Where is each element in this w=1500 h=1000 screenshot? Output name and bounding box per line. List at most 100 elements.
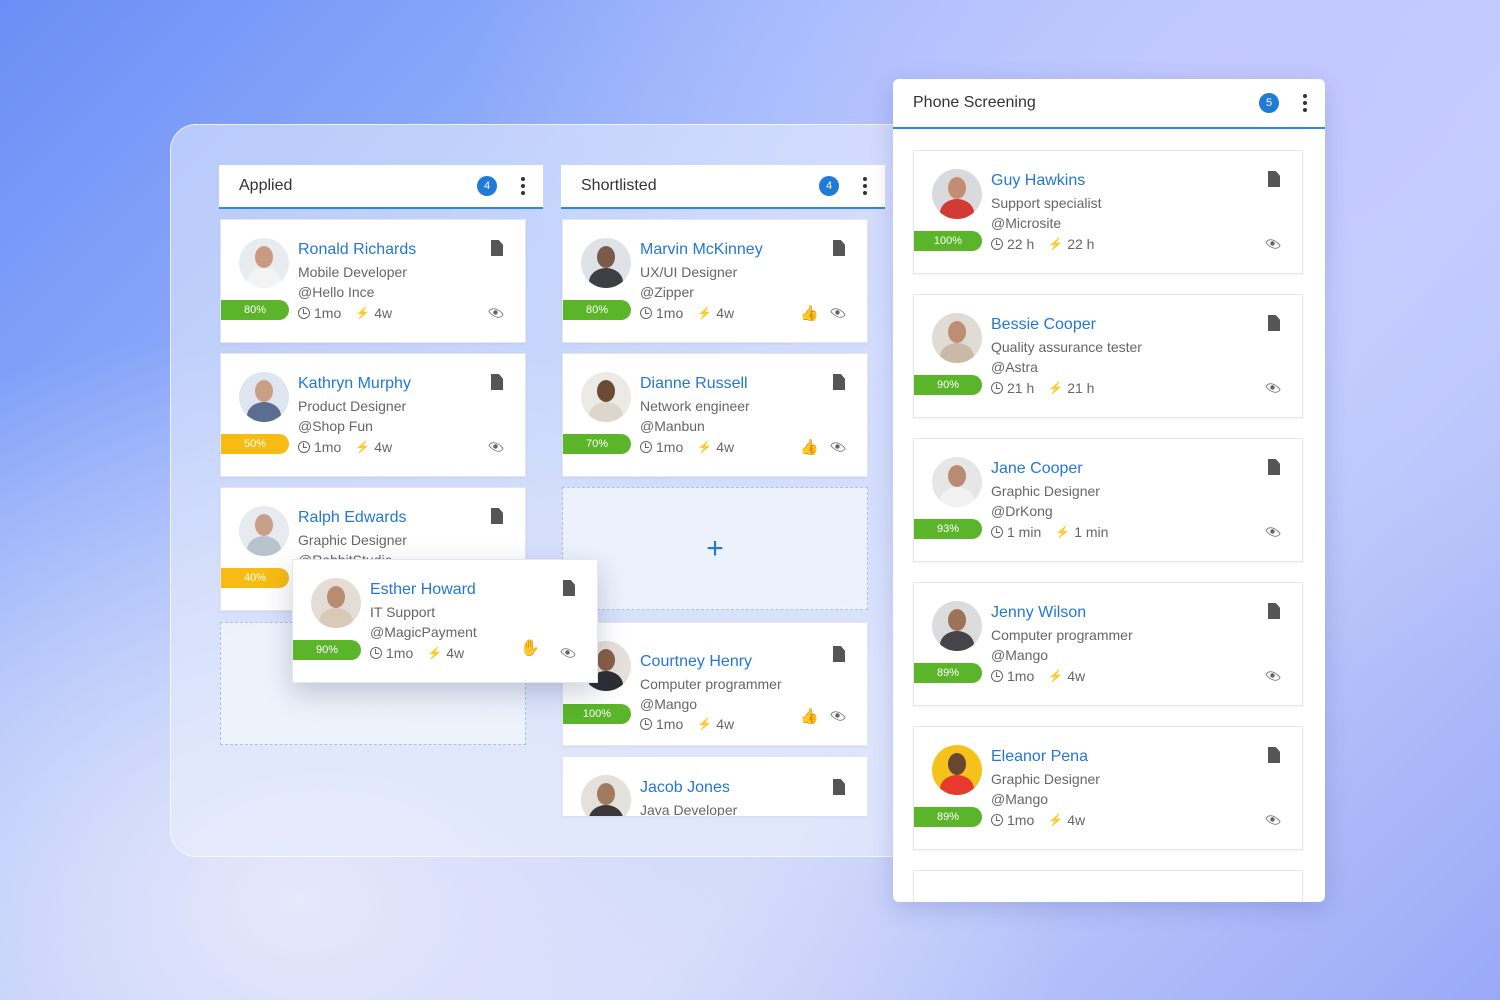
clock-icon — [991, 670, 1003, 682]
bolt-icon: ⚡ — [1055, 525, 1071, 539]
clock-icon — [991, 238, 1003, 250]
eye-icon[interactable] — [1265, 236, 1281, 252]
score-badge: 90% — [293, 640, 361, 660]
candidate-name[interactable]: Jacob Jones — [640, 779, 730, 797]
document-icon[interactable] — [1268, 747, 1280, 763]
document-icon[interactable] — [491, 374, 503, 390]
column-header-phone-screening: Phone Screening 5 — [893, 79, 1325, 129]
candidate-card[interactable]: Ronald Richards Mobile Developer @Hello … — [220, 219, 526, 343]
candidate-company: @Mango — [640, 696, 698, 712]
document-icon[interactable] — [1268, 315, 1280, 331]
document-icon[interactable] — [833, 779, 845, 795]
candidate-card[interactable]: Jane Cooper Graphic Designer @DrKong 1 m… — [913, 438, 1303, 562]
score-badge: 70% — [563, 434, 631, 454]
activity-label: 4w — [446, 645, 465, 661]
candidate-card[interactable]: Guy Hawkins Support specialist @Microsit… — [913, 150, 1303, 274]
clock-icon — [991, 814, 1003, 826]
candidate-company: @Manbun — [640, 418, 705, 434]
bolt-icon: ⚡ — [697, 306, 713, 320]
candidate-meta: 1mo ⚡ 4w — [640, 305, 734, 321]
activity-label: 4w — [716, 305, 735, 321]
candidate-company: @MagicPayment — [370, 624, 477, 640]
document-icon[interactable] — [563, 580, 575, 596]
candidate-company: @Zipper — [640, 284, 694, 300]
score-badge: 89% — [914, 663, 982, 683]
candidate-name[interactable]: Ralph Edwards — [298, 509, 407, 527]
clock-icon — [991, 382, 1003, 394]
grab-hand-icon: ✋ — [520, 640, 540, 657]
age-label: 1mo — [1007, 812, 1035, 828]
column-title: Phone Screening — [913, 94, 1036, 111]
column-menu-button[interactable] — [1297, 90, 1313, 116]
candidate-card[interactable]: Dianne Russell Network engineer @Manbun … — [562, 353, 868, 477]
eye-icon[interactable] — [830, 708, 846, 724]
eye-icon[interactable] — [488, 305, 504, 321]
candidate-name[interactable]: Kathryn Murphy — [298, 375, 411, 393]
dragging-candidate-card[interactable]: Esther Howard IT Support @MagicPayment 1… — [292, 559, 598, 683]
column-menu-button[interactable] — [515, 173, 531, 199]
age-label: 22 h — [1007, 236, 1035, 252]
candidate-name[interactable]: Esther Howard — [370, 581, 476, 599]
eye-icon[interactable] — [560, 645, 576, 661]
candidate-meta: 1mo ⚡ 4w — [640, 439, 734, 455]
candidate-meta: 1 min ⚡ 1 min — [991, 524, 1108, 540]
avatar — [581, 775, 631, 816]
candidate-card[interactable]: Kathryn Murphy Product Designer @Shop Fu… — [220, 353, 526, 477]
eye-icon[interactable] — [1265, 524, 1281, 540]
candidate-company: @Mango — [991, 647, 1049, 663]
candidate-name[interactable]: Jane Cooper — [991, 460, 1083, 478]
column-menu-button[interactable] — [857, 173, 873, 199]
avatar — [932, 745, 982, 795]
candidate-role: Support specialist — [991, 195, 1102, 211]
count-badge: 4 — [819, 176, 839, 196]
candidate-company: @Hello Ince — [298, 284, 375, 300]
document-icon[interactable] — [1268, 459, 1280, 475]
add-card-button[interactable]: + — [706, 532, 724, 566]
eye-icon[interactable] — [1265, 812, 1281, 828]
candidate-card[interactable]: Jacob Jones Java Developer — [562, 756, 868, 816]
count-badge: 5 — [1259, 93, 1279, 113]
avatar — [581, 372, 631, 422]
candidate-company: @DrKong — [991, 503, 1053, 519]
document-icon[interactable] — [833, 374, 845, 390]
document-icon[interactable] — [1268, 171, 1280, 187]
candidate-card-partial[interactable] — [913, 870, 1303, 902]
candidate-name[interactable]: Eleanor Pena — [991, 748, 1088, 766]
eye-icon[interactable] — [830, 439, 846, 455]
eye-icon[interactable] — [1265, 380, 1281, 396]
candidate-card[interactable]: Eleanor Pena Graphic Designer @Mango 1mo… — [913, 726, 1303, 850]
count-badge: 4 — [477, 176, 497, 196]
candidate-name[interactable]: Ronald Richards — [298, 241, 416, 259]
document-icon[interactable] — [1268, 603, 1280, 619]
age-label: 1mo — [656, 439, 684, 455]
candidate-card[interactable]: Marvin McKinney UX/UI Designer @Zipper 1… — [562, 219, 868, 343]
candidate-name[interactable]: Jenny Wilson — [991, 604, 1086, 622]
score-badge: 50% — [221, 434, 289, 454]
candidate-card[interactable]: Bessie Cooper Quality assurance tester @… — [913, 294, 1303, 418]
clock-icon — [370, 647, 382, 659]
document-icon[interactable] — [491, 508, 503, 524]
eye-icon[interactable] — [1265, 668, 1281, 684]
candidate-role: Graphic Designer — [298, 532, 407, 548]
candidate-card[interactable]: Courtney Henry Computer programmer @Mang… — [562, 622, 868, 746]
document-icon[interactable] — [491, 240, 503, 256]
candidate-name[interactable]: Bessie Cooper — [991, 316, 1096, 334]
candidate-name[interactable]: Guy Hawkins — [991, 172, 1085, 190]
activity-label: 22 h — [1067, 236, 1095, 252]
candidate-name[interactable]: Courtney Henry — [640, 653, 752, 671]
thumbs-icon[interactable]: 👍 — [800, 438, 819, 456]
column-header-applied: Applied 4 — [219, 165, 543, 209]
thumbs-icon[interactable]: 👍 — [800, 707, 819, 725]
candidate-meta: 22 h ⚡ 22 h — [991, 236, 1094, 252]
document-icon[interactable] — [833, 240, 845, 256]
candidate-company: @Mango — [991, 791, 1049, 807]
candidate-name[interactable]: Dianne Russell — [640, 375, 748, 393]
phone-screening-panel: Phone Screening 5 Guy Hawkins Support sp… — [893, 79, 1325, 902]
candidate-name[interactable]: Marvin McKinney — [640, 241, 763, 259]
document-icon[interactable] — [833, 646, 845, 662]
eye-icon[interactable] — [830, 305, 846, 321]
eye-icon[interactable] — [488, 439, 504, 455]
candidate-card[interactable]: Jenny Wilson Computer programmer @Mango … — [913, 582, 1303, 706]
thumbs-icon[interactable]: 👍 — [800, 304, 819, 322]
add-card-zone[interactable]: + — [562, 487, 868, 610]
